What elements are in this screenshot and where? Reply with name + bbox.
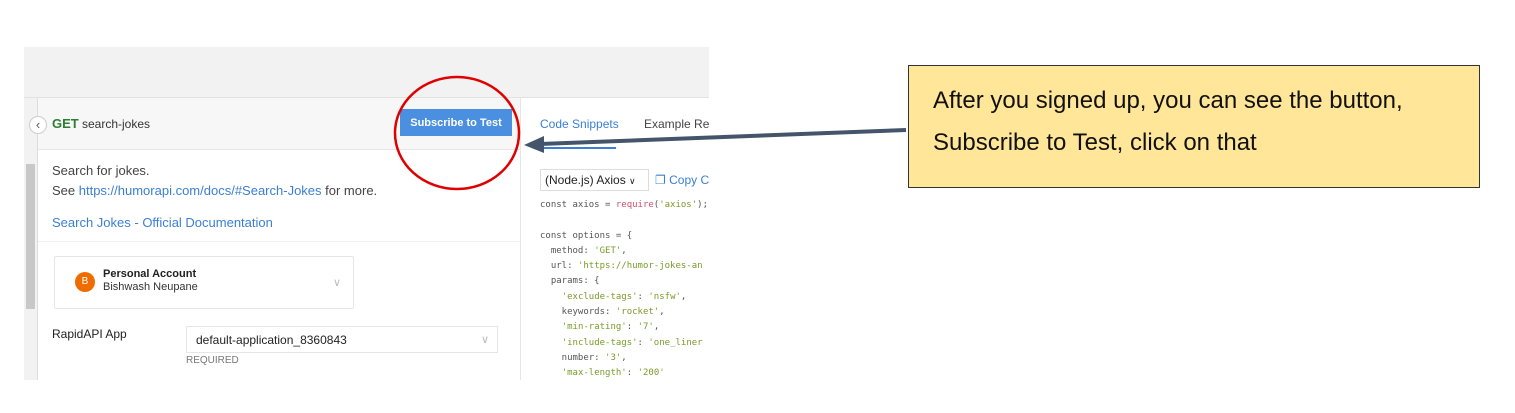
pointer-arrow: [539, 128, 907, 146]
annotation-overlay: [393, 75, 907, 191]
highlight-circle: [393, 75, 521, 191]
arrow-head: [524, 136, 544, 153]
